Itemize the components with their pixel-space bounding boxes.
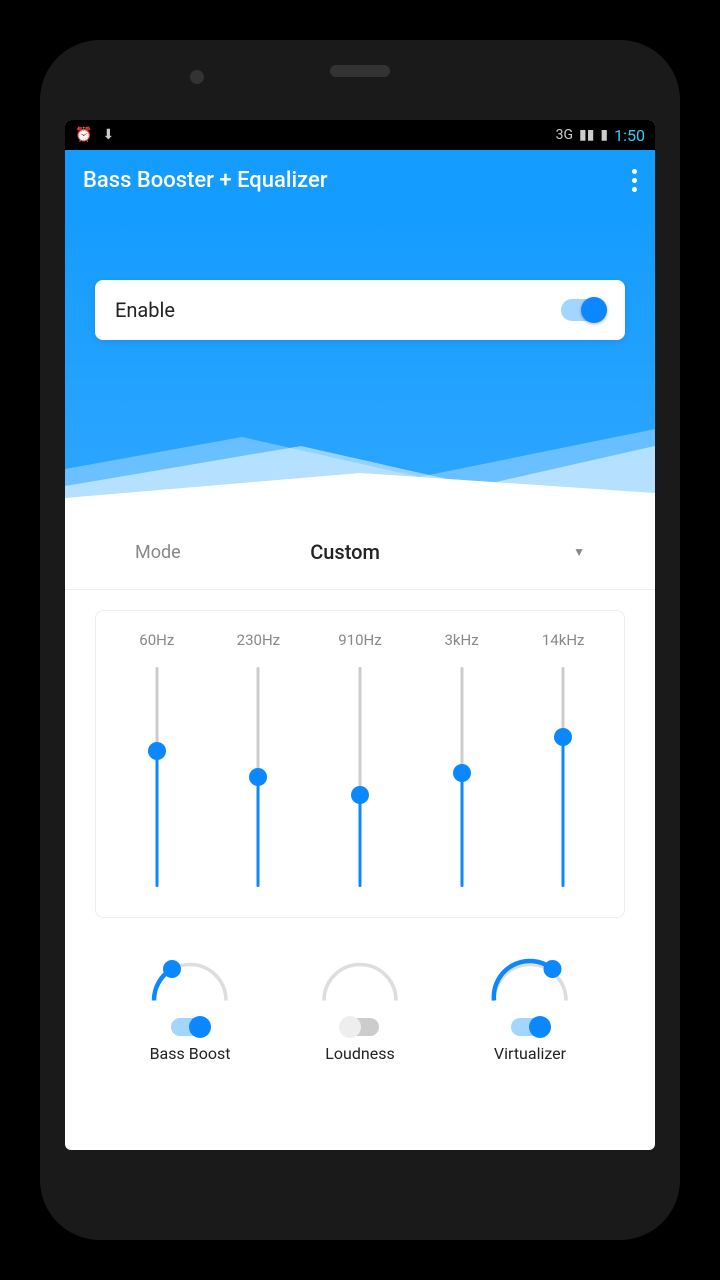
signal-icon: ▮▮ <box>579 127 594 143</box>
equalizer-panel: 60Hz 230Hz 910Hz 3kHz 14kHz <box>95 610 625 918</box>
eq-band-label: 3kHz <box>444 631 478 649</box>
content-area: Mode Custom ▼ 60Hz 230Hz 910Hz 3kHz <box>65 500 655 1083</box>
bass-boost-dial[interactable] <box>145 948 235 1008</box>
clock: 1:50 <box>614 126 645 145</box>
chevron-down-icon: ▼ <box>573 545 585 559</box>
eq-slider[interactable] <box>147 667 167 887</box>
virtualizer-control: Virtualizer <box>445 948 615 1063</box>
virtualizer-dial[interactable] <box>485 948 575 1008</box>
loudness-dial[interactable] <box>315 948 405 1008</box>
camera-dot <box>190 70 204 84</box>
eq-slider[interactable] <box>553 667 573 887</box>
overflow-menu-button[interactable] <box>632 169 637 192</box>
alarm-icon: ⏰ <box>75 127 92 143</box>
bass-boost-label: Bass Boost <box>150 1044 231 1063</box>
eq-band: 60Hz <box>106 631 208 887</box>
battery-icon: ▮ <box>600 127 608 143</box>
enable-card: Enable <box>95 280 625 340</box>
download-icon: ⬇ <box>102 127 114 143</box>
app-title: Bass Booster + Equalizer <box>83 168 328 193</box>
eq-band-label: 230Hz <box>237 631 280 649</box>
screen: ⏰ ⬇ 3G ▮▮ ▮ 1:50 Bass Booster + Equalize… <box>65 120 655 1150</box>
eq-band-label: 910Hz <box>338 631 381 649</box>
eq-slider[interactable] <box>452 667 472 887</box>
virtualizer-toggle[interactable] <box>511 1018 549 1036</box>
eq-slider[interactable] <box>248 667 268 887</box>
hero-section: Enable <box>65 210 655 500</box>
loudness-toggle[interactable] <box>341 1018 379 1036</box>
enable-toggle[interactable] <box>561 299 605 321</box>
loudness-control: Loudness <box>275 948 445 1063</box>
enable-label: Enable <box>115 298 175 322</box>
divider <box>65 589 655 590</box>
eq-band: 230Hz <box>208 631 310 887</box>
mode-label: Mode <box>135 542 310 563</box>
phone-frame: ⏰ ⬇ 3G ▮▮ ▮ 1:50 Bass Booster + Equalize… <box>40 40 680 1240</box>
eq-band-label: 14kHz <box>542 631 585 649</box>
status-bar: ⏰ ⬇ 3G ▮▮ ▮ 1:50 <box>65 120 655 150</box>
eq-slider[interactable] <box>350 667 370 887</box>
bass-boost-control: Bass Boost <box>105 948 275 1063</box>
bass-boost-toggle[interactable] <box>171 1018 209 1036</box>
knob-row: Bass Boost Loudness <box>95 948 625 1063</box>
mode-value: Custom <box>310 540 573 564</box>
mode-selector[interactable]: Mode Custom ▼ <box>95 530 625 589</box>
eq-band: 910Hz <box>309 631 411 887</box>
eq-band-label: 60Hz <box>139 631 174 649</box>
app-bar: Bass Booster + Equalizer <box>65 150 655 210</box>
network-label: 3G <box>556 127 573 143</box>
speaker-grill <box>330 65 390 77</box>
loudness-label: Loudness <box>325 1044 394 1063</box>
eq-band: 14kHz <box>512 631 614 887</box>
eq-band: 3kHz <box>411 631 513 887</box>
virtualizer-label: Virtualizer <box>494 1044 566 1063</box>
